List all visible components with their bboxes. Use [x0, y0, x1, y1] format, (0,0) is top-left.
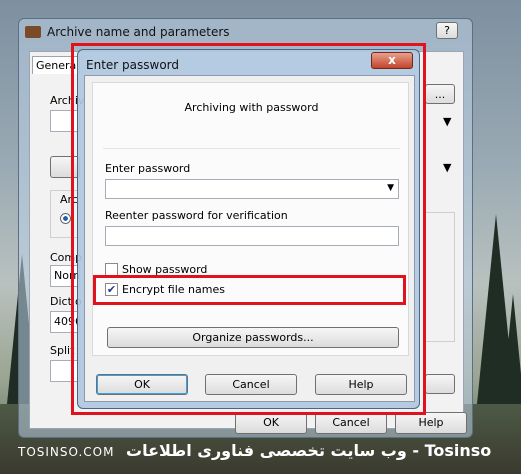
- password-dialog: Enter password x Archiving with password…: [77, 49, 420, 409]
- bg-cancel-button[interactable]: Cancel: [315, 412, 387, 434]
- browse-button[interactable]: ...: [425, 84, 455, 104]
- set-password-button[interactable]: [425, 374, 455, 394]
- encrypt-highlight-frame: [93, 275, 406, 305]
- bg-help-button[interactable]: Help: [395, 412, 467, 434]
- password-input[interactable]: ▼: [105, 179, 399, 199]
- archiving-header: Archiving with password: [184, 101, 319, 114]
- help-title-button[interactable]: ?: [436, 22, 458, 39]
- password-label: Enter password: [105, 162, 191, 175]
- bg-ok-button[interactable]: OK: [235, 412, 307, 434]
- reenter-label: Reenter password for verification: [105, 209, 288, 222]
- archive-icon: [25, 26, 41, 38]
- password-group: Archiving with password Enter password ▼…: [92, 82, 409, 356]
- dialog-title: Enter password: [86, 58, 179, 72]
- organize-passwords-button[interactable]: Organize passwords...: [107, 327, 399, 348]
- rar-radio[interactable]: [60, 213, 71, 224]
- watermark-left: TOSINSO.COM: [18, 445, 115, 459]
- dialog-body: Archiving with password Enter password ▼…: [84, 75, 415, 402]
- chevron-down-icon[interactable]: ▼: [387, 183, 394, 193]
- options-group: [425, 212, 455, 342]
- watermark-right: وب سایت تخصصی فناوری اطلاعات - Tosinso: [126, 441, 492, 460]
- close-button[interactable]: x: [371, 52, 413, 69]
- format-dropdown-arrow[interactable]: ▼: [443, 161, 451, 174]
- header-separator: [103, 148, 400, 149]
- ok-button[interactable]: OK: [96, 374, 188, 395]
- update-dropdown-arrow[interactable]: ▼: [443, 115, 451, 128]
- window-title: Archive name and parameters: [47, 25, 230, 39]
- help-button[interactable]: Help: [315, 374, 407, 395]
- reenter-input[interactable]: [105, 226, 399, 246]
- cancel-button[interactable]: Cancel: [205, 374, 297, 395]
